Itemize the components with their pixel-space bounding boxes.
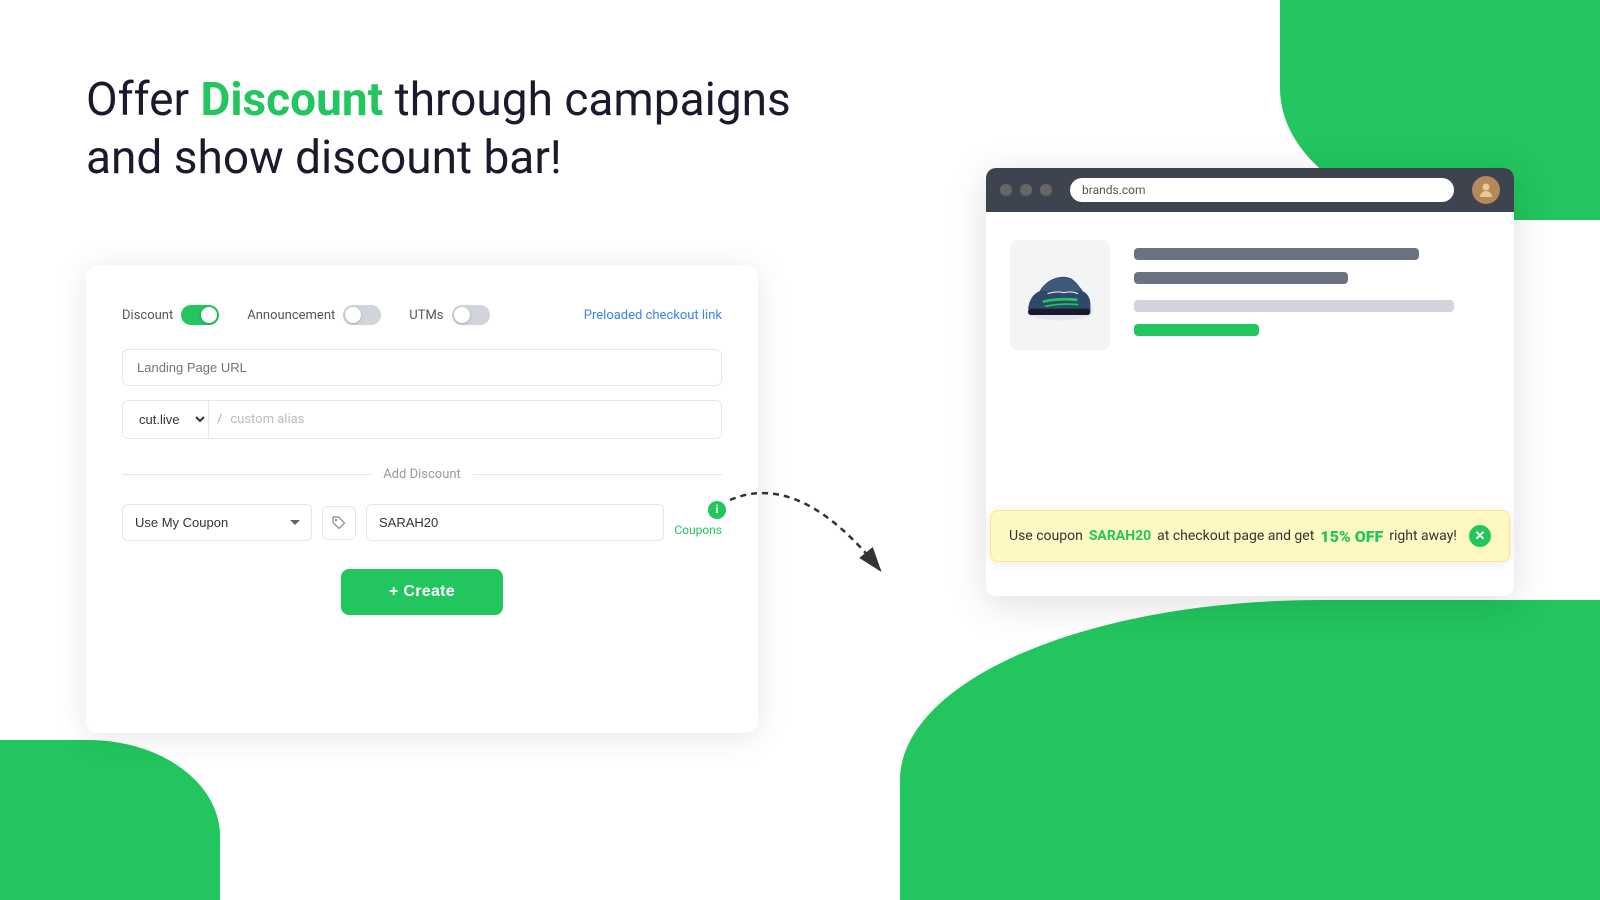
coupons-count: i	[716, 503, 719, 516]
discount-bar-text-after: right away!	[1389, 528, 1457, 544]
announcement-toggle-item: Announcement	[247, 305, 381, 325]
coupons-label: Coupons	[674, 523, 722, 537]
alias-row: cut.live / custom alias	[122, 400, 722, 439]
discount-bar-text-before: Use coupon	[1009, 528, 1083, 544]
alias-domain-select[interactable]: cut.live	[123, 401, 209, 438]
discount-toggle-label: Discount	[122, 308, 173, 323]
browser-url-bar: brands.com	[1070, 178, 1454, 202]
form-panel: Discount Announcement UTMs Preloaded che…	[86, 265, 758, 733]
toggle-row: Discount Announcement UTMs Preloaded che…	[122, 305, 722, 325]
product-price-line	[1134, 324, 1259, 336]
announcement-toggle-knob	[345, 307, 361, 323]
divider-line-right	[473, 474, 722, 475]
product-image	[1010, 240, 1110, 350]
utms-toggle-item: UTMs	[409, 305, 489, 325]
product-details	[1134, 240, 1490, 348]
add-discount-divider: Add Discount	[122, 467, 722, 482]
product-desc-line	[1134, 300, 1454, 312]
browser-dot-yellow	[1020, 184, 1032, 196]
discount-toggle-item: Discount	[122, 305, 219, 325]
shoe-illustration	[1020, 260, 1100, 330]
discount-toggle[interactable]	[181, 305, 219, 325]
discount-bar-close-button[interactable]: ✕	[1469, 525, 1491, 547]
browser-bar: brands.com	[986, 168, 1514, 212]
coupon-code-input[interactable]	[366, 504, 664, 541]
browser-mockup: brands.com	[986, 168, 1514, 596]
curved-arrow	[720, 490, 920, 600]
announcement-toggle-label: Announcement	[247, 308, 335, 323]
main-content: Offer Discount through campaigns and sho…	[0, 0, 1600, 900]
utms-toggle-knob	[454, 307, 470, 323]
landing-page-url-input[interactable]	[122, 349, 722, 386]
discount-bar-text-middle: at checkout page and get	[1157, 528, 1314, 544]
heading-line1-after: through campaigns	[383, 73, 791, 127]
discount-bar-coupon-code: SARAH20	[1089, 528, 1151, 544]
utms-toggle[interactable]	[452, 305, 490, 325]
discount-row: Use My Coupon i Coupons	[122, 504, 722, 541]
create-button[interactable]: + Create	[341, 569, 503, 615]
heading-highlight: Discount	[200, 73, 383, 127]
product-title-line	[1134, 248, 1419, 260]
heading-line2: and show discount bar!	[86, 131, 562, 185]
coupons-button[interactable]: i Coupons	[674, 509, 722, 537]
product-subtitle-line	[1134, 272, 1348, 284]
coupon-type-select[interactable]: Use My Coupon	[122, 504, 312, 541]
browser-avatar	[1472, 176, 1500, 204]
discount-bar-off-text: 15% OFF	[1320, 527, 1383, 546]
coupon-tag-icon-button[interactable]	[322, 506, 356, 540]
announcement-toggle[interactable]	[343, 305, 381, 325]
discount-notification-bar: Use coupon SARAH20 at checkout page and …	[990, 510, 1510, 562]
browser-dot-red	[1000, 184, 1012, 196]
alias-placeholder: custom alias	[230, 402, 304, 437]
browser-product-area	[986, 212, 1514, 378]
discount-toggle-knob	[201, 307, 217, 323]
add-discount-label: Add Discount	[383, 467, 461, 482]
utms-toggle-label: UTMs	[409, 308, 443, 323]
heading-line1-before: Offer	[86, 73, 200, 127]
alias-slash: /	[209, 412, 230, 427]
browser-url-text: brands.com	[1082, 183, 1146, 197]
preloaded-checkout-link[interactable]: Preloaded checkout link	[584, 308, 722, 323]
divider-line-left	[122, 474, 371, 475]
tag-icon	[332, 516, 346, 530]
browser-dot-green	[1040, 184, 1052, 196]
page-heading: Offer Discount through campaigns and sho…	[86, 72, 791, 187]
avatar-icon	[1478, 182, 1494, 198]
